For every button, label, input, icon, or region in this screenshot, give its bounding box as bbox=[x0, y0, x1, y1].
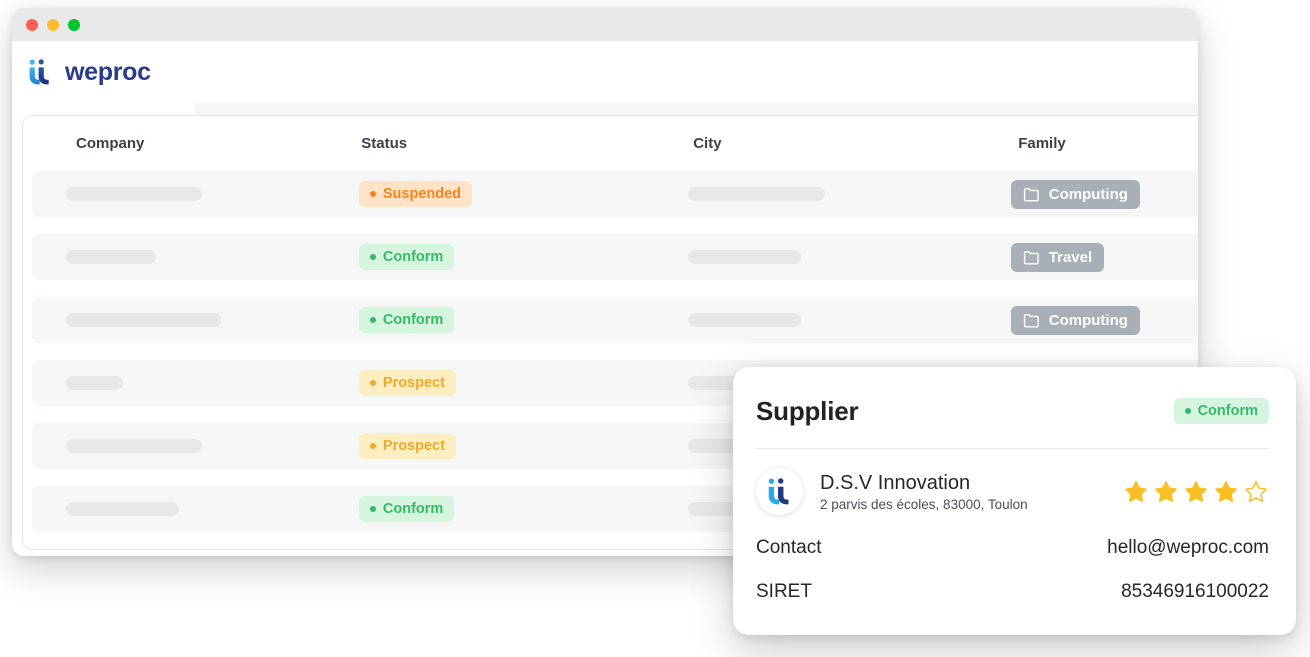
supplier-field-contact-label: Contact bbox=[756, 537, 821, 559]
supplier-field-siret-value: 85346916100022 bbox=[1121, 581, 1269, 603]
cell-status: Suspended bbox=[359, 181, 688, 207]
cell-city bbox=[688, 313, 1010, 327]
supplier-card-title: Supplier bbox=[756, 396, 858, 427]
avatar bbox=[756, 468, 803, 515]
city-placeholder-bar bbox=[688, 187, 825, 201]
screenshot-stage: weproc Company Status City Family Suspen… bbox=[0, 0, 1310, 657]
status-badge: Prospect bbox=[359, 370, 456, 396]
city-placeholder-bar bbox=[688, 313, 801, 327]
minimize-window-button[interactable] bbox=[47, 19, 59, 31]
company-placeholder-bar bbox=[66, 313, 221, 327]
status-badge: Prospect bbox=[359, 433, 456, 459]
folder-icon bbox=[1023, 187, 1040, 202]
family-label: Computing bbox=[1049, 312, 1128, 329]
cell-status: Prospect bbox=[359, 370, 688, 396]
company-placeholder-bar bbox=[66, 187, 202, 201]
status-dot-icon bbox=[370, 317, 376, 323]
star-filled-icon[interactable] bbox=[1213, 479, 1239, 505]
supplier-field-contact: Contact hello@weproc.com bbox=[756, 537, 1269, 559]
status-label: Prospect bbox=[383, 375, 445, 391]
status-badge: Conform bbox=[359, 496, 454, 522]
window-titlebar bbox=[12, 8, 1198, 41]
star-empty-icon[interactable] bbox=[1243, 479, 1269, 505]
status-badge: Suspended bbox=[359, 181, 472, 207]
supplier-card-header: Supplier Conform bbox=[756, 389, 1269, 433]
column-header-family[interactable]: Family bbox=[1018, 135, 1198, 152]
table-row[interactable]: Conform Travel bbox=[32, 234, 1198, 280]
cell-status: Conform bbox=[359, 244, 688, 270]
status-dot-icon bbox=[370, 443, 376, 449]
column-header-company[interactable]: Company bbox=[33, 135, 361, 152]
table-header-row: Company Status City Family bbox=[23, 116, 1198, 171]
supplier-identity: D.S.V Innovation 2 parvis des écoles, 83… bbox=[756, 468, 1269, 515]
close-window-button[interactable] bbox=[26, 19, 38, 31]
star-filled-icon[interactable] bbox=[1183, 479, 1209, 505]
cell-company bbox=[33, 502, 359, 516]
supplier-field-siret: SIRET 85346916100022 bbox=[756, 581, 1269, 603]
status-badge: Conform bbox=[359, 307, 454, 333]
family-label: Travel bbox=[1049, 249, 1092, 266]
supplier-field-siret-label: SIRET bbox=[756, 581, 812, 603]
weproc-w-logo-icon bbox=[28, 59, 52, 85]
supplier-status-badge: Conform bbox=[1174, 398, 1269, 424]
cell-company bbox=[33, 439, 359, 453]
cell-family: Travel bbox=[1011, 243, 1198, 272]
table-row[interactable]: Conform Computing bbox=[32, 297, 1198, 343]
status-dot-icon bbox=[370, 506, 376, 512]
family-badge: Computing bbox=[1011, 180, 1140, 209]
star-filled-icon[interactable] bbox=[1153, 479, 1179, 505]
supplier-status-label: Conform bbox=[1198, 403, 1258, 419]
column-header-status[interactable]: Status bbox=[361, 135, 693, 152]
folder-icon bbox=[1023, 250, 1040, 265]
family-badge: Travel bbox=[1011, 243, 1104, 272]
app-header: weproc bbox=[12, 41, 1198, 103]
status-label: Conform bbox=[383, 501, 443, 517]
cell-company bbox=[33, 376, 359, 390]
status-dot-icon bbox=[370, 254, 376, 260]
status-label: Conform bbox=[383, 249, 443, 265]
cell-family: Computing bbox=[1011, 306, 1198, 335]
supplier-company-name: D.S.V Innovation bbox=[820, 471, 1106, 496]
supplier-card-divider bbox=[756, 448, 1269, 449]
cell-status: Conform bbox=[359, 496, 688, 522]
weproc-w-logo-icon bbox=[767, 478, 792, 505]
status-dot-icon bbox=[370, 191, 376, 197]
status-label: Suspended bbox=[383, 186, 461, 202]
folder-icon bbox=[1023, 313, 1040, 328]
cell-company bbox=[33, 250, 359, 264]
company-placeholder-bar bbox=[66, 439, 202, 453]
status-dot-icon bbox=[1185, 408, 1191, 414]
column-header-city[interactable]: City bbox=[693, 135, 1018, 152]
cell-company bbox=[33, 187, 359, 201]
supplier-detail-card: Supplier Conform D.S.V Innovation 2 parv… bbox=[733, 367, 1296, 635]
company-placeholder-bar bbox=[66, 250, 156, 264]
maximize-window-button[interactable] bbox=[68, 19, 80, 31]
cell-city bbox=[688, 250, 1010, 264]
table-row[interactable]: Suspended Computing bbox=[32, 171, 1198, 217]
cell-city bbox=[688, 187, 1010, 201]
status-label: Conform bbox=[383, 312, 443, 328]
brand-name: weproc bbox=[65, 58, 151, 87]
supplier-name-block: D.S.V Innovation 2 parvis des écoles, 83… bbox=[820, 471, 1106, 512]
company-placeholder-bar bbox=[66, 502, 179, 516]
status-badge: Conform bbox=[359, 244, 454, 270]
supplier-rating-stars[interactable] bbox=[1123, 479, 1269, 505]
family-badge: Computing bbox=[1011, 306, 1140, 335]
supplier-field-contact-value[interactable]: hello@weproc.com bbox=[1107, 537, 1269, 559]
supplier-address: 2 parvis des écoles, 83000, Toulon bbox=[820, 497, 1106, 512]
star-filled-icon[interactable] bbox=[1123, 479, 1149, 505]
status-label: Prospect bbox=[383, 438, 445, 454]
cell-status: Prospect bbox=[359, 433, 688, 459]
family-label: Computing bbox=[1049, 186, 1128, 203]
cell-status: Conform bbox=[359, 307, 688, 333]
cell-company bbox=[33, 313, 359, 327]
cell-family: Computing bbox=[1011, 180, 1198, 209]
status-dot-icon bbox=[370, 380, 376, 386]
city-placeholder-bar bbox=[688, 250, 801, 264]
company-placeholder-bar bbox=[66, 376, 123, 390]
